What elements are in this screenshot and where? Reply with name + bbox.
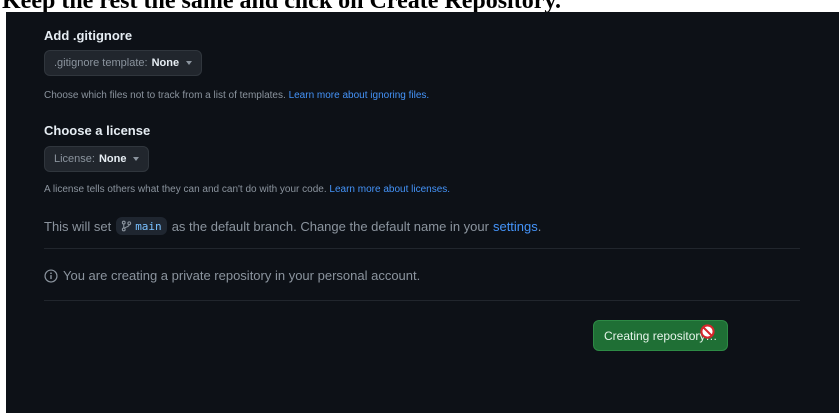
tutorial-caption: Keep the rest the same and click on Crea… [0, 0, 839, 12]
git-branch-icon [122, 220, 132, 232]
default-branch-note: This will set main as the default branch… [44, 217, 541, 235]
new-repository-form: Add .gitignore .gitignore template: None… [6, 12, 839, 413]
info-icon [44, 268, 58, 283]
chevron-down-icon [186, 61, 193, 65]
gitignore-template-select[interactable]: .gitignore template: None [44, 50, 203, 76]
divider [44, 248, 800, 249]
branch-name: main [135, 219, 162, 233]
license-section-title: Choose a license [44, 123, 151, 138]
gitignore-learn-more-link[interactable]: Learn more about ignoring files. [289, 90, 430, 101]
branch-note-suffix: . [537, 218, 542, 234]
branch-note-middle: as the default branch. Change the defaul… [171, 218, 489, 234]
chevron-down-icon [133, 157, 140, 161]
gitignore-select-label: .gitignore template: [54, 57, 148, 69]
license-select-label: License: [54, 153, 95, 165]
license-select-value: None [98, 153, 127, 165]
gitignore-section-title: Add .gitignore [44, 28, 133, 43]
settings-link[interactable]: settings [493, 219, 538, 234]
license-help: A license tells others what they can and… [44, 184, 450, 195]
branch-note-prefix: This will set [44, 218, 112, 234]
divider [44, 300, 800, 301]
gitignore-help: Choose which files not to track from a l… [44, 90, 429, 101]
license-help-text: A license tells others what they can and… [44, 184, 327, 195]
private-repo-notice: You are creating a private repository in… [44, 268, 420, 283]
not-allowed-cursor-icon [700, 324, 715, 339]
gitignore-select-value: None [151, 57, 180, 69]
license-learn-more-link[interactable]: Learn more about licenses. [329, 184, 450, 195]
license-select[interactable]: License: None [44, 146, 150, 172]
gitignore-help-text: Choose which files not to track from a l… [44, 90, 286, 101]
private-repo-notice-text: You are creating a private repository in… [63, 268, 421, 283]
branch-chip: main [116, 217, 167, 235]
